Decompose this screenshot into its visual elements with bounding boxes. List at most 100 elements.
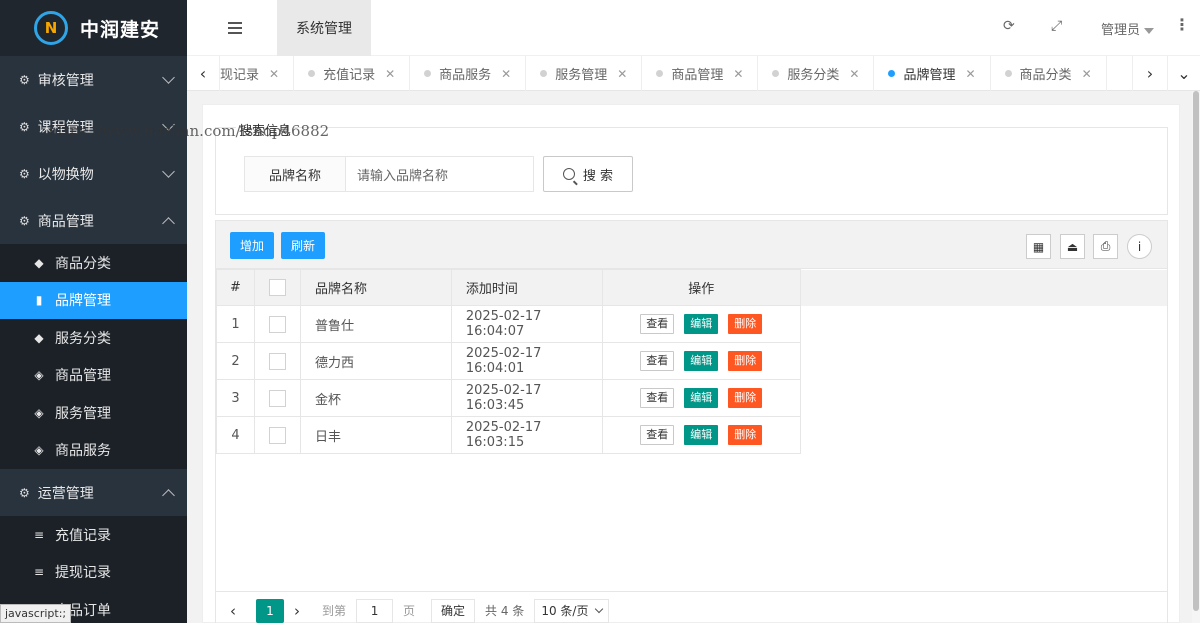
close-icon[interactable]: ✕ bbox=[269, 67, 279, 81]
close-icon[interactable]: ✕ bbox=[501, 67, 511, 81]
module-tab-system[interactable]: 系统管理 bbox=[277, 0, 371, 56]
row-num: 2 bbox=[216, 342, 255, 380]
print-icon[interactable]: ⎙ bbox=[1093, 234, 1118, 259]
tab-goods-category[interactable]: 商品分类 ✕ bbox=[991, 56, 1107, 91]
brand-name-input[interactable]: 请输入品牌名称 bbox=[346, 156, 534, 192]
tab-goods-service[interactable]: 商品服务 ✕ bbox=[410, 56, 527, 91]
edit-button[interactable]: 编辑 bbox=[684, 388, 719, 408]
table-filler bbox=[799, 342, 1167, 380]
menu-toggle-icon[interactable] bbox=[228, 22, 242, 37]
select-all-checkbox[interactable] bbox=[268, 279, 286, 296]
sidebar-item-recharge[interactable]: ≡ 充值记录 bbox=[0, 516, 187, 554]
view-button[interactable]: 查看 bbox=[640, 425, 675, 445]
row-ops: 查看 编辑 删除 bbox=[601, 342, 801, 380]
gears-icon: ⚙ bbox=[19, 485, 30, 500]
tabs-scroll-left-icon[interactable]: ‹ bbox=[187, 56, 220, 91]
sidebar-item-withdraw[interactable]: ≡ 提现记录 bbox=[0, 554, 187, 592]
info-icon[interactable]: i bbox=[1127, 234, 1152, 259]
col-select-all bbox=[253, 269, 301, 306]
row-checkbox[interactable] bbox=[268, 389, 286, 407]
col-brand-name[interactable]: 品牌名称 bbox=[299, 269, 452, 306]
list-icon: ≡ bbox=[33, 565, 45, 580]
view-button[interactable]: 查看 bbox=[640, 314, 675, 334]
menu-group-barter[interactable]: ⚙ 以物换物 bbox=[0, 150, 187, 197]
tab-recharge[interactable]: 充值记录 ✕ bbox=[294, 56, 411, 91]
delete-button[interactable]: 删除 bbox=[728, 314, 763, 334]
tabs-scroll-right-icon[interactable]: › bbox=[1132, 56, 1167, 91]
page-scrollbar[interactable] bbox=[1192, 91, 1200, 623]
table-filler bbox=[799, 305, 1167, 343]
fullscreen-icon[interactable]: ⤢ bbox=[1051, 18, 1062, 34]
page-tabs: ‹ 现记录 ✕ 充值记录 ✕ 商品服务 ✕ 服务管理 ✕ 商品管理 ✕ 服务分类 ✕ 品牌管… bbox=[187, 56, 1200, 91]
goto-page-input[interactable]: 1 bbox=[356, 598, 394, 623]
col-ops: 操作 bbox=[601, 269, 801, 306]
chevron-down-icon bbox=[595, 604, 604, 614]
scrollbar-thumb[interactable] bbox=[1193, 91, 1199, 611]
close-icon[interactable]: ✕ bbox=[1082, 67, 1092, 81]
close-icon[interactable]: ✕ bbox=[849, 67, 859, 81]
tab-service-category[interactable]: 服务分类 ✕ bbox=[758, 56, 875, 91]
close-icon[interactable]: ✕ bbox=[965, 67, 975, 81]
delete-button[interactable]: 删除 bbox=[728, 388, 763, 408]
next-page-icon[interactable]: › bbox=[294, 602, 308, 620]
tab-service[interactable]: 服务管理 ✕ bbox=[526, 56, 643, 91]
col-add-time[interactable]: 添加时间 bbox=[450, 269, 603, 306]
current-page[interactable]: 1 bbox=[256, 598, 284, 623]
page-size-select[interactable]: 10 条/页 bbox=[534, 598, 610, 623]
sidebar-item-goods-category[interactable]: ◆ 商品分类 bbox=[0, 244, 187, 282]
row-ops: 查看 编辑 删除 bbox=[601, 416, 801, 454]
refresh-button[interactable]: 刷新 bbox=[281, 232, 326, 259]
tag-icon: ◆ bbox=[34, 255, 44, 270]
menu-group-review[interactable]: ⚙ 审核管理 bbox=[0, 56, 187, 103]
close-icon[interactable]: ✕ bbox=[617, 67, 627, 81]
tabs-list: 现记录 ✕ 充值记录 ✕ 商品服务 ✕ 服务管理 ✕ 商品管理 ✕ 服务分类 ✕ 品牌管理 ✕… bbox=[220, 56, 1107, 91]
columns-icon[interactable]: ▦ bbox=[1026, 234, 1051, 259]
tab-dot bbox=[424, 70, 432, 77]
main-panel: 搜索信息 品牌名称 请输入品牌名称 搜 索 增加 刷新 ▦ ⏏ ⎙ i # 品牌… bbox=[202, 104, 1180, 623]
sidebar-item-goods-service[interactable]: ◈ 商品服务 bbox=[0, 432, 187, 470]
brand-table-container: 增加 刷新 ▦ ⏏ ⎙ i # 品牌名称 添加时间 操作 1 普鲁仕 2025-… bbox=[215, 220, 1168, 623]
submenu-goods: ◆ 商品分类 ▮ 品牌管理 ◆ 服务分类 ◈ 商品管理 ◈ 服务管理 ◈ 商品服… bbox=[0, 244, 187, 469]
logo: N 中润建安 bbox=[0, 0, 187, 56]
menu-group-operations[interactable]: ⚙ 运营管理 bbox=[0, 469, 187, 516]
sidebar-item-goods[interactable]: ◈ 商品管理 bbox=[0, 357, 187, 395]
row-checkbox[interactable] bbox=[268, 426, 286, 444]
goto-confirm-button[interactable]: 确定 bbox=[431, 598, 476, 623]
close-icon[interactable]: ✕ bbox=[385, 67, 395, 81]
add-button[interactable]: 增加 bbox=[230, 232, 275, 259]
search-fieldset: 搜索信息 品牌名称 请输入品牌名称 搜 索 bbox=[215, 120, 1168, 215]
edit-button[interactable]: 编辑 bbox=[684, 314, 719, 334]
row-brand-name: 德力西 bbox=[299, 342, 452, 380]
view-button[interactable]: 查看 bbox=[640, 388, 675, 408]
export-icon[interactable]: ⏏ bbox=[1060, 234, 1085, 259]
delete-button[interactable]: 删除 bbox=[728, 351, 763, 371]
sidebar-item-brand[interactable]: ▮ 品牌管理 bbox=[0, 281, 187, 319]
row-num: 3 bbox=[216, 379, 255, 417]
row-ops: 查看 编辑 删除 bbox=[601, 379, 801, 417]
edit-button[interactable]: 编辑 bbox=[684, 351, 719, 371]
search-button[interactable]: 搜 索 bbox=[543, 156, 633, 192]
delete-button[interactable]: 删除 bbox=[728, 425, 763, 445]
user-menu[interactable]: 管理员 bbox=[1101, 19, 1155, 38]
row-checkbox[interactable] bbox=[268, 352, 286, 370]
close-icon[interactable]: ✕ bbox=[733, 67, 743, 81]
tab-brand[interactable]: 品牌管理 ✕ bbox=[874, 56, 991, 91]
view-button[interactable]: 查看 bbox=[640, 351, 675, 371]
sidebar-item-service[interactable]: ◈ 服务管理 bbox=[0, 394, 187, 432]
prev-page-icon[interactable]: ‹ bbox=[230, 602, 244, 620]
edit-button[interactable]: 编辑 bbox=[684, 425, 719, 445]
sidebar-item-service-category[interactable]: ◆ 服务分类 bbox=[0, 319, 187, 357]
refresh-icon[interactable]: ⟳ bbox=[1003, 18, 1015, 34]
more-vertical-icon[interactable]: ⋮ bbox=[1174, 15, 1190, 34]
tab-goods[interactable]: 商品管理 ✕ bbox=[642, 56, 759, 91]
tab-withdraw[interactable]: 现记录 ✕ bbox=[220, 56, 295, 91]
table-row: 1 普鲁仕 2025-02-17 16:04:07 查看 编辑 删除 bbox=[216, 305, 1167, 343]
row-checkbox[interactable] bbox=[268, 315, 286, 333]
table-row: 3 金杯 2025-02-17 16:03:45 查看 编辑 删除 bbox=[216, 379, 1167, 417]
table-row: 2 德力西 2025-02-17 16:04:01 查看 编辑 删除 bbox=[216, 342, 1167, 380]
menu-group-goods[interactable]: ⚙ 商品管理 bbox=[0, 197, 187, 244]
tabs-menu-chevron-down-icon[interactable]: ⌄ bbox=[1167, 56, 1200, 91]
row-check-cell bbox=[253, 342, 301, 380]
tab-dot bbox=[540, 70, 548, 77]
table-toolbar: 增加 刷新 ▦ ⏏ ⎙ i bbox=[216, 221, 1167, 269]
